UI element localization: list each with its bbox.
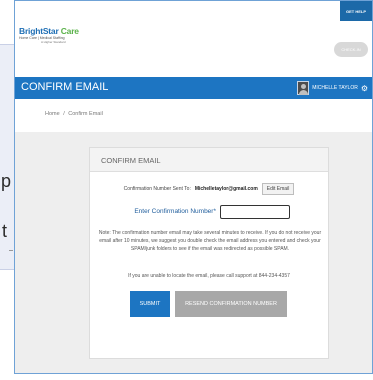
background-text-fragment: t <box>2 221 8 241</box>
logo-name-brightstar: BrightStar <box>19 26 59 36</box>
user-menu[interactable]: MICHELLE TAYLOR ⚙ <box>297 80 368 96</box>
support-text: If you are unable to locate the email, p… <box>128 273 290 279</box>
background-dash <box>9 250 13 251</box>
page-title: CONFIRM EMAIL <box>21 81 109 93</box>
page-header: CONFIRM EMAIL MICHELLE TAYLOR ⚙ <box>15 77 372 99</box>
breadcrumb: Home / Confirm Email <box>45 111 103 117</box>
brightstar-logo[interactable]: BrightStar Care Home Care | Medical Staf… <box>19 26 99 50</box>
utility-bar: GET HELP BrightStar Care Home Care | Med… <box>15 1 372 77</box>
breadcrumb-current: Confirm Email <box>68 111 103 117</box>
screenshot-stage: p t GET HELP BrightStar Care Home Care |… <box>0 0 373 380</box>
sent-to-row: Confirmation Number Sent To: Michelletay… <box>90 182 328 196</box>
user-name: MICHELLE TAYLOR <box>312 85 358 91</box>
confirmation-code-row: Enter Confirmation Number* <box>90 205 328 219</box>
submit-button[interactable]: SUBMIT <box>130 291 170 317</box>
confirm-email-card: CONFIRM EMAIL Confirmation Number Sent T… <box>89 147 329 359</box>
sent-to-label: Confirmation Number Sent To: <box>123 186 191 192</box>
card-title: CONFIRM EMAIL <box>90 148 328 172</box>
sent-to-email: Michelletaylor@gmail.com <box>194 186 258 192</box>
logo-wordmark: BrightStar Care <box>19 26 99 36</box>
logo-subtagline: A Higher Standard <box>41 40 66 44</box>
gear-icon[interactable]: ⚙ <box>361 84 368 93</box>
edit-email-button[interactable]: Edit Email <box>261 183 295 195</box>
breadcrumb-separator: / <box>63 111 65 117</box>
confirmation-code-input[interactable] <box>220 205 290 219</box>
check-in-button[interactable]: CHECK-IN <box>334 42 368 57</box>
logo-name-care: Care <box>58 26 79 36</box>
app-window: GET HELP BrightStar Care Home Care | Med… <box>14 0 373 374</box>
get-help-button[interactable]: GET HELP <box>340 1 372 21</box>
breadcrumb-home[interactable]: Home <box>45 111 60 117</box>
avatar <box>297 81 310 95</box>
confirmation-code-label: Enter Confirmation Number* <box>134 208 216 215</box>
resend-confirmation-button[interactable]: RESEND CONFIRMATION NUMBER <box>175 291 287 317</box>
spam-note: Note: The confirmation number email may … <box>98 230 322 252</box>
main-content: Home / Confirm Email CONFIRM EMAIL Confi… <box>15 99 372 373</box>
background-text-fragment: p <box>1 171 12 191</box>
breadcrumb-bar: Home / Confirm Email <box>15 99 372 132</box>
